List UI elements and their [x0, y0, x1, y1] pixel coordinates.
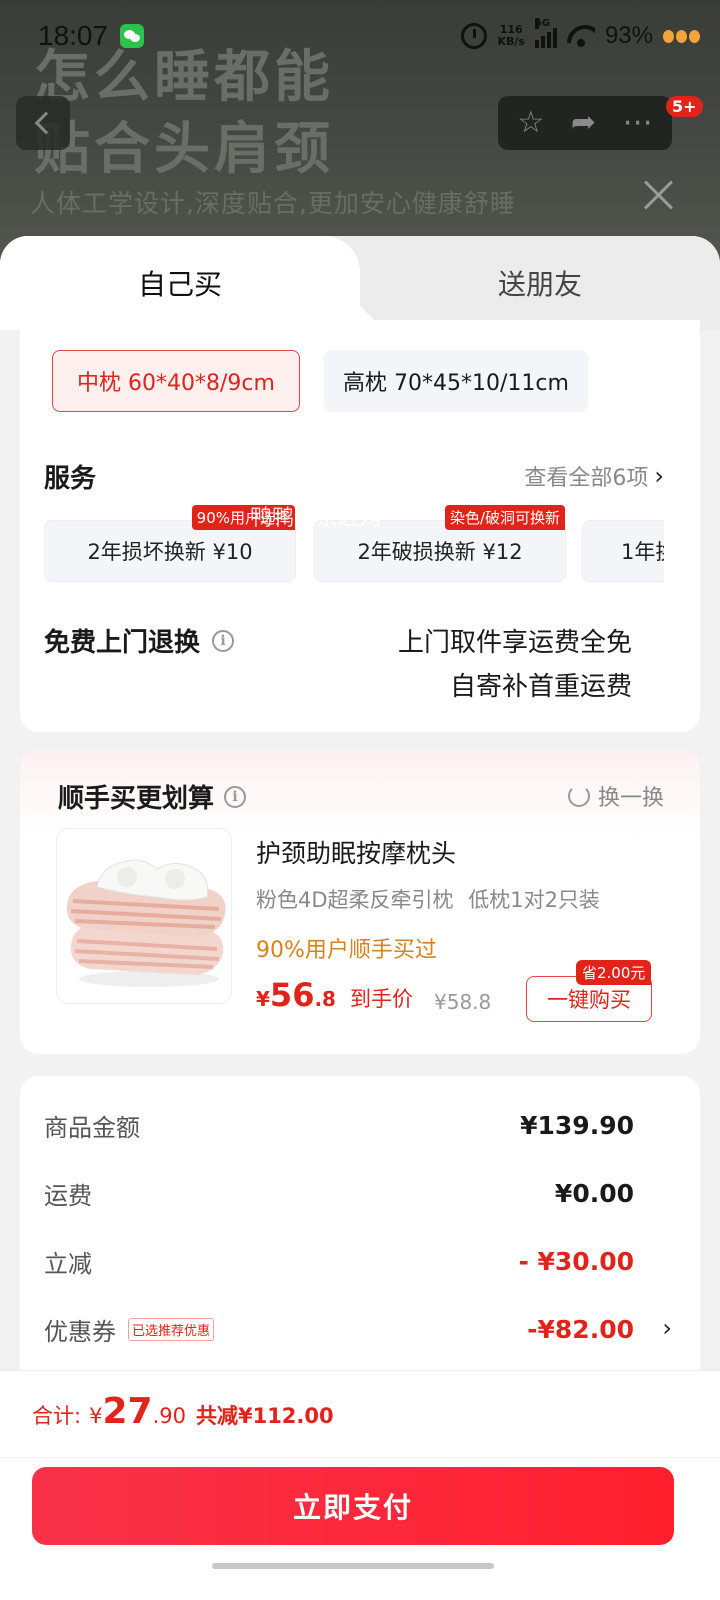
- total-decimal: .90: [152, 1404, 186, 1428]
- refresh-button[interactable]: 换一换: [567, 780, 664, 812]
- back-button[interactable]: [16, 96, 70, 150]
- network-speed: 116 KB/s: [497, 24, 524, 48]
- top-action-bar: ☆ ➦ ⋯: [498, 96, 672, 150]
- product-name[interactable]: 护颈助眠按摩枕头: [256, 834, 456, 870]
- summary-row-shipping: 运费 ¥0.00: [44, 1176, 634, 1211]
- price-summary-card: 商品金额 ¥139.90 运费 ¥0.00 立减 - ¥30.00 优惠券 已选…: [20, 1076, 700, 1396]
- total-label: 合计:: [32, 1404, 82, 1428]
- wifi-icon: [567, 25, 595, 47]
- total-integer: 27: [102, 1391, 153, 1432]
- chevron-left-icon: [34, 111, 58, 135]
- product-hint: 90%用户顺手买过: [256, 938, 437, 963]
- refresh-icon: [567, 785, 590, 807]
- summary-label-group: 优惠券 已选推荐优惠: [44, 1312, 215, 1347]
- service-option-label: 2年损坏换新 ¥10: [87, 540, 253, 564]
- status-time: 18:07: [38, 20, 109, 51]
- message-badge: 5+: [666, 96, 703, 117]
- return-pickup-text: 上门取件享运费全免: [397, 628, 632, 658]
- coupon-tag: 已选推荐优惠: [128, 1318, 215, 1341]
- info-icon[interactable]: i: [212, 629, 235, 652]
- total-saved: 共减¥112.00: [195, 1404, 334, 1428]
- hero-title-line2: 贴合头肩颈: [34, 117, 334, 182]
- info-icon[interactable]: i: [224, 785, 247, 808]
- summary-value: -¥82.00: [527, 1315, 634, 1344]
- free-return-title: 免费上门退换 i: [44, 622, 235, 659]
- original-price: ¥58.8: [434, 990, 492, 1014]
- product-image[interactable]: [56, 828, 232, 1004]
- summary-row-goods: 商品金额 ¥139.90: [44, 1108, 634, 1143]
- product-price: ¥ 56 .8 到手价: [256, 976, 413, 1014]
- signal-icon: 5G: [534, 18, 557, 48]
- wechat-icon: [120, 24, 144, 48]
- summary-label: 立减: [44, 1250, 92, 1278]
- network-speed-unit: KB/s: [497, 35, 525, 48]
- summary-row-coupon[interactable]: 优惠券 已选推荐优惠 -¥82.00: [44, 1312, 634, 1347]
- service-option[interactable]: 1年换新: [582, 520, 664, 582]
- summary-label: 运费: [44, 1182, 92, 1210]
- return-self-send-text: 自寄补首重运费: [449, 672, 632, 702]
- battery-percent: 93%: [604, 22, 653, 49]
- close-icon[interactable]: [642, 178, 676, 212]
- summary-value: - ¥30.00: [518, 1247, 634, 1276]
- checkout-footer: 合计: ¥ 27 .90 共减¥112.00 立即支付: [0, 1370, 720, 1600]
- price-symbol: ¥: [256, 987, 270, 1011]
- home-indicator[interactable]: [212, 1563, 494, 1569]
- refresh-label: 换一换: [597, 786, 664, 811]
- total-symbol: ¥: [89, 1404, 103, 1428]
- alarm-icon: [461, 23, 488, 49]
- summary-value: ¥0.00: [554, 1179, 634, 1208]
- pay-now-button[interactable]: 立即支付: [32, 1467, 674, 1545]
- chevron-right-icon[interactable]: ›: [662, 1314, 672, 1342]
- watermark: 鸭鸭进京赶烤: [250, 506, 383, 531]
- more-icon[interactable]: ⋯: [623, 108, 653, 138]
- summary-label: 优惠券: [44, 1318, 116, 1346]
- status-bar: 18:07 116 KB/s 5G 93%: [0, 0, 720, 76]
- divider: [0, 1457, 720, 1458]
- total-amount: 合计: ¥ 27 .90 共减¥112.00: [32, 1391, 334, 1432]
- free-return-label: 免费上门退换: [44, 628, 201, 658]
- product-spec: 粉色4D超柔反牵引枕 低枕1对2只装: [256, 888, 600, 912]
- summary-value: ¥139.90: [520, 1111, 634, 1140]
- signal-type: 5G: [534, 18, 551, 29]
- pillow-image: [66, 859, 226, 987]
- price-decimal: .8: [314, 987, 336, 1011]
- summary-row-discount: 立减 - ¥30.00: [44, 1244, 634, 1279]
- recommend-title-label: 顺手买更划算: [58, 784, 215, 814]
- summary-label: 商品金额: [44, 1114, 140, 1142]
- recommend-title: 顺手买更划算 i: [58, 778, 247, 815]
- service-option-label: 1年换新: [621, 540, 664, 564]
- service-option-tag: 染色/破洞可换新: [444, 505, 565, 530]
- service-option-label: 2年破损换新 ¥12: [357, 540, 523, 564]
- share-icon[interactable]: ➦: [571, 108, 596, 138]
- price-label: 到手价: [349, 987, 413, 1011]
- battery-icon: [663, 29, 700, 43]
- save-badge: 省2.00元: [576, 960, 652, 985]
- service-options: 2年损坏换新 ¥10 90%用户选择 2年破损换新 ¥12 染色/破洞可换新 1…: [0, 236, 664, 636]
- star-icon[interactable]: ☆: [517, 108, 544, 138]
- recommend-card: 顺手买更划算 i 换一换 护颈助眠按摩枕头 粉色4D超柔反牵引枕 低枕1对2只装…: [20, 750, 700, 1054]
- price-integer: 56: [269, 976, 315, 1014]
- hero-subtitle: 人体工学设计,深度贴合,更加安心健康舒睡: [30, 189, 516, 218]
- status-indicators: 116 KB/s 5G 93%: [461, 18, 700, 50]
